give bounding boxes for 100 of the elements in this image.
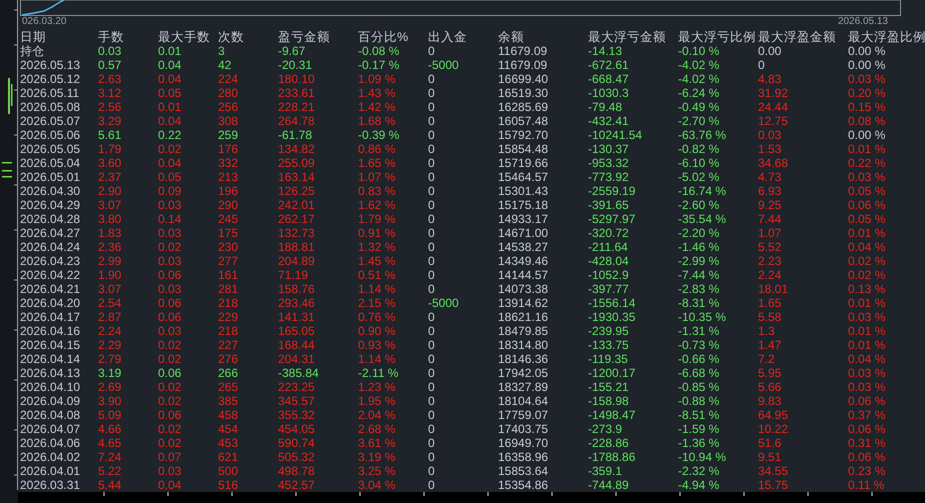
table-cell-text: 2026.04.09 <box>19 394 82 408</box>
table-cell-text: 0 <box>428 408 436 422</box>
table-cell-text: -385.84 <box>278 366 320 380</box>
table-cell-text: 2026.05.07 <box>19 114 82 128</box>
table-cell-text: -432.41 <box>588 114 630 128</box>
table-cell-text: 2.04 % <box>358 408 396 422</box>
table-cell-text: 16285.69 <box>498 100 550 114</box>
table-cell-text: -1200.17 <box>588 366 636 380</box>
table-cell-text: 0 <box>428 282 436 296</box>
table-cell-text: 2026.04.07 <box>19 422 82 436</box>
table-cell-text: 15301.43 <box>498 184 550 198</box>
table-cell-text: -773.92 <box>588 170 630 184</box>
table-cell-text: 2026.03.31 <box>19 478 82 492</box>
axis-date-label: 026.03.20 <box>22 16 66 28</box>
table-cell-text: 0 <box>428 128 436 142</box>
table-cell-text: 0 <box>428 352 436 366</box>
table-cell-text: -0.82 % <box>678 142 720 156</box>
table-cell-text: 14538.27 <box>498 240 550 254</box>
table-cell-text: 0 <box>428 310 436 324</box>
table-cell-text: -672.61 <box>588 58 630 72</box>
table-cell-text: 10.22 <box>758 422 790 436</box>
table-cell-text: 0.06 % <box>848 422 886 436</box>
table-cell-text: -211.64 <box>588 240 629 254</box>
table-cell-text: 5.44 <box>98 478 122 492</box>
table-cell-text: 2026.05.13 <box>19 58 82 72</box>
table-cell-text: 175 <box>218 226 240 240</box>
table-cell-text: -0.10 % <box>678 44 720 58</box>
table-cell-text: -61.78 <box>278 128 314 142</box>
table-cell-text: 1.79 <box>98 142 122 156</box>
table-cell-text: 3.04 % <box>358 478 396 492</box>
table-cell-text: 0 <box>428 366 436 380</box>
table-cell-text: -7.44 % <box>678 268 720 282</box>
table-cell-text: 458 <box>218 408 240 422</box>
table-cell-text: 265 <box>218 380 240 394</box>
table-cell-text: 2026.05.06 <box>19 128 82 142</box>
table-cell-text: 2.87 <box>98 310 122 324</box>
table-cell-text: -9.67 <box>278 44 306 58</box>
table-cell-text: 3.07 <box>98 282 122 296</box>
table-cell-text: 0 <box>428 114 436 128</box>
table-cell-text: 590.74 <box>278 436 316 450</box>
table-cell-text: 0 <box>428 44 436 58</box>
table-cell-text: -0.85 % <box>678 380 720 394</box>
table-cell-text: 0.03 % <box>848 380 886 394</box>
table-cell-text: 2026.04.08 <box>19 408 82 422</box>
table-cell-text: 213 <box>218 170 240 184</box>
table-cell-text: 196 <box>218 184 240 198</box>
table-cell-text: 0.83 % <box>358 184 396 198</box>
table-cell-text: 0.03 % <box>848 366 886 380</box>
table-cell-text: 276 <box>218 352 240 366</box>
table-cell-text: 0.05 % <box>848 212 886 226</box>
table-cell-text: 0.13 % <box>848 282 886 296</box>
table-cell-text: 454.05 <box>278 422 316 436</box>
table-cell-text: 4.65 <box>98 436 122 450</box>
table-cell-text: 0 <box>428 142 436 156</box>
table-cell-text: 0 <box>428 184 436 198</box>
column-header: 最大浮亏金额 <box>588 30 667 44</box>
table-cell-text: 2.79 <box>98 352 122 366</box>
table-cell-text: 16699.40 <box>498 72 550 86</box>
table-cell-text: 3.60 <box>98 156 122 170</box>
table-cell-text: 0.02 % <box>848 268 886 282</box>
table-cell-text: -16.74 % <box>678 184 728 198</box>
table-cell-text: -744.89 <box>588 478 630 492</box>
table-cell-text: 1.79 % <box>358 212 396 226</box>
table-cell-text: 0 <box>428 436 436 450</box>
table-cell-text: 0.03 % <box>848 72 886 86</box>
table-cell-text: 0.06 % <box>848 394 886 408</box>
table-cell-text: 0.03 % <box>848 310 886 324</box>
table-cell-text: 0 <box>428 450 436 464</box>
table-cell-text: 71.19 <box>278 268 310 282</box>
table-cell-text: -1498.47 <box>588 408 636 422</box>
table-cell-text: 516 <box>218 478 240 492</box>
table-cell-text: 293.46 <box>278 296 316 310</box>
table-cell-text: 2026.04.06 <box>19 436 82 450</box>
table-cell-text: 0 <box>428 170 436 184</box>
table-cell-text: 0.04 <box>158 58 182 72</box>
table-cell-text: -0.39 % <box>358 128 400 142</box>
table-cell-text: 2026.04.10 <box>19 380 82 394</box>
table-cell-text: 1.95 % <box>358 394 396 408</box>
table-cell-text: 18621.16 <box>498 310 550 324</box>
table-cell-text: 0.00 % <box>848 128 886 142</box>
table-cell-text: 0.01 % <box>848 324 886 338</box>
table-cell-text: 16358.96 <box>498 450 550 464</box>
table-cell-text: 158.76 <box>278 282 316 296</box>
table-cell-text: 15464.57 <box>498 170 550 184</box>
table-cell-text: 42 <box>218 58 232 72</box>
table-cell-text: 2026.04.13 <box>19 366 82 380</box>
table-cell-text: 621 <box>218 450 240 464</box>
column-header: 盈亏金额 <box>278 30 331 44</box>
table-cell-text: 262.17 <box>278 212 316 226</box>
table-cell-text: -0.17 % <box>358 58 400 72</box>
table-cell-text: 180.10 <box>278 72 316 86</box>
table-cell-text: 2026.04.23 <box>19 254 82 268</box>
table-cell-text: 176 <box>218 142 240 156</box>
table-cell-text: 1.14 % <box>358 352 396 366</box>
table-cell-text: -1.46 % <box>678 240 720 254</box>
column-header: 最大浮盈金额 <box>758 30 837 44</box>
table-cell-text: -2.32 % <box>678 464 720 478</box>
table-cell-text: 0.03 <box>158 324 182 338</box>
table-cell-text: -0.49 % <box>678 100 720 114</box>
table-cell-text: 264.78 <box>278 114 316 128</box>
